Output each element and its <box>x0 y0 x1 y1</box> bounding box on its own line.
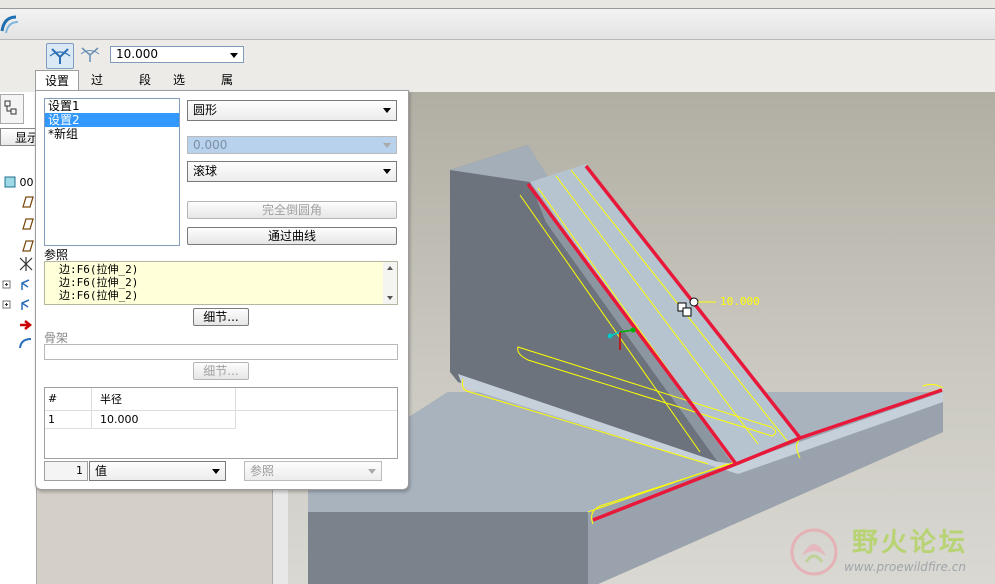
reference-item[interactable]: 边:F6(拉伸_2) <box>59 289 138 302</box>
value-field-text: 0.000 <box>193 138 228 152</box>
model-tree-tab[interactable] <box>0 94 24 124</box>
shape-dropdown[interactable]: 圆形 <box>187 100 397 121</box>
datum-plane-icon[interactable] <box>20 240 34 252</box>
show-label: 显示 <box>15 131 35 145</box>
table-cell-empty <box>236 410 398 428</box>
extrude-feature-icon[interactable] <box>2 278 34 292</box>
datum-plane-icon[interactable] <box>20 196 34 208</box>
watermark-url: www.proewildfire.cn <box>844 560 966 574</box>
radius-table[interactable]: # 半径 1 10.000 <box>44 387 398 459</box>
round-transition-icon <box>80 47 100 62</box>
table-row[interactable]: 1 10.000 <box>45 410 398 429</box>
tab-options[interactable]: 选项 <box>167 70 191 107</box>
transition-mode-button[interactable] <box>78 43 102 67</box>
point-index-field[interactable]: 1 <box>44 461 88 481</box>
table-cell-radius[interactable]: 10.000 <box>91 410 236 429</box>
set-list[interactable]: 设置1 设置2 *新组 <box>44 98 180 246</box>
new-set-item[interactable]: *新组 <box>45 127 179 141</box>
set-list-item-selected[interactable]: 设置2 <box>45 113 179 127</box>
radius-dimension-label[interactable]: 10.000 <box>720 295 760 308</box>
round-set-icon <box>49 48 71 64</box>
table-header-radius: 半径 <box>91 388 236 410</box>
references-scrollbar[interactable] <box>383 262 397 304</box>
datum-plane-icon[interactable] <box>20 218 34 230</box>
table-header-index: # <box>45 388 92 410</box>
full-round-button: 完全倒圆角 <box>187 201 397 219</box>
watermark: 野火论坛 www.proewildfire.cn <box>788 520 995 584</box>
chevron-down-icon <box>383 143 391 148</box>
sets-panel: 设置1 设置2 *新组 圆形 0.000 滚球 完全倒圆角 通过曲线 参照 边:… <box>35 90 409 490</box>
skeleton-details-button: 细节... <box>193 362 249 380</box>
reference-item[interactable]: 边:F6(拉伸_2) <box>59 276 138 289</box>
model-tree: 显示 00 <box>0 92 37 584</box>
method-value: 滚球 <box>193 164 218 178</box>
radius-value-text: 10.000 <box>116 47 158 61</box>
point-mode-value: 值 <box>95 464 108 478</box>
reference-type-dropdown: 参照 <box>244 461 382 481</box>
extrude-feature-icon[interactable] <box>2 298 34 312</box>
reference-type-value: 参照 <box>250 464 275 478</box>
round-tool-icon[interactable] <box>0 11 22 37</box>
reference-item[interactable]: 边:F6(拉伸_2) <box>59 263 138 276</box>
chevron-down-icon <box>230 53 238 58</box>
radius-value-combo[interactable]: 10.000 <box>110 46 244 63</box>
method-dropdown[interactable]: 滚球 <box>187 161 397 182</box>
table-header-empty <box>236 388 398 410</box>
value-field: 0.000 <box>187 136 397 154</box>
secondary-toolbar <box>0 9 995 40</box>
set-list-item[interactable]: 设置1 <box>45 99 179 113</box>
show-menu-button[interactable]: 显示 <box>0 128 36 146</box>
tree-icon <box>4 100 17 115</box>
round-feature-icon[interactable] <box>18 336 34 350</box>
site-logo <box>790 528 838 576</box>
tab-properties[interactable]: 属性 <box>215 70 239 107</box>
references-collector[interactable]: 边:F6(拉伸_2) 边:F6(拉伸_2) 边:F6(拉伸_2) <box>44 261 398 305</box>
point-mode-dropdown[interactable]: 值 <box>89 461 226 481</box>
watermark-title: 野火论坛 <box>852 528 969 558</box>
chevron-down-icon <box>383 108 391 113</box>
tab-transitions[interactable]: 过渡 <box>85 70 109 107</box>
chevron-down-icon <box>383 169 391 174</box>
coordinate-system-icon[interactable] <box>18 256 34 272</box>
part-icon <box>4 176 16 188</box>
tab-sets[interactable]: 设置 <box>35 70 79 91</box>
scroll-arrows-icon <box>387 266 393 300</box>
shape-value: 圆形 <box>193 103 218 117</box>
references-details-button[interactable]: 细节... <box>193 308 249 326</box>
chevron-down-icon <box>212 469 220 474</box>
tree-item-root[interactable]: 00 <box>4 176 36 192</box>
skeleton-collector <box>44 344 398 360</box>
table-cell-index: 1 <box>45 410 92 429</box>
main-toolbar <box>0 0 995 9</box>
chevron-down-icon <box>368 469 376 474</box>
insert-here-arrow-icon[interactable] <box>18 318 34 332</box>
tree-root-label: 00 <box>19 176 34 189</box>
through-curve-button[interactable]: 通过曲线 <box>187 227 397 245</box>
set-mode-button[interactable] <box>46 43 74 69</box>
tab-pieces[interactable]: 段 <box>133 70 157 90</box>
